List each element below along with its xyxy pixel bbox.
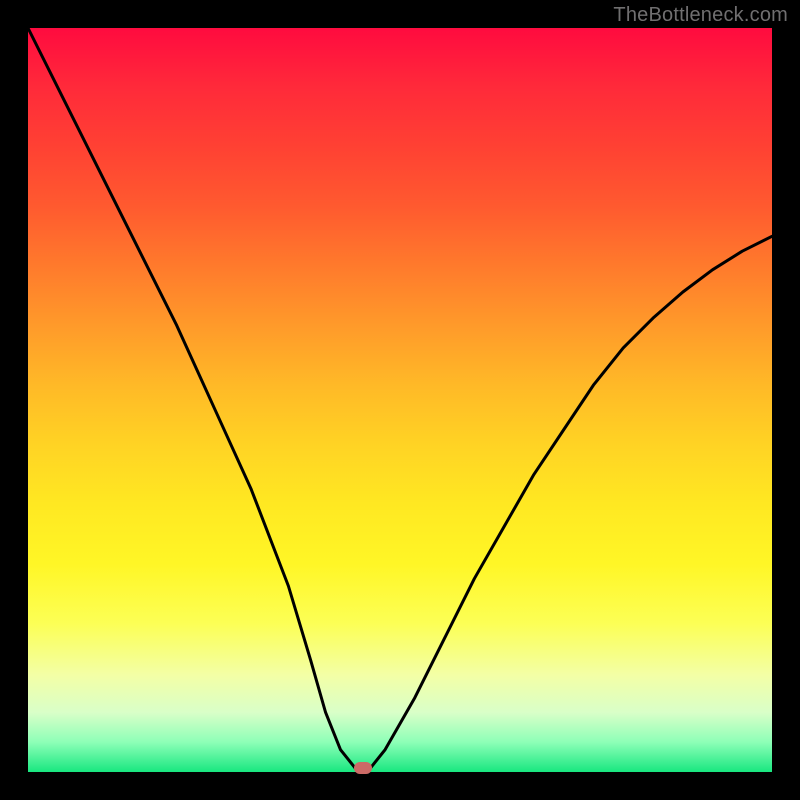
watermark-text: TheBottleneck.com — [613, 4, 788, 27]
optimum-marker — [354, 762, 372, 774]
bottleneck-curve — [28, 28, 772, 772]
chart-frame: TheBottleneck.com — [0, 0, 800, 800]
